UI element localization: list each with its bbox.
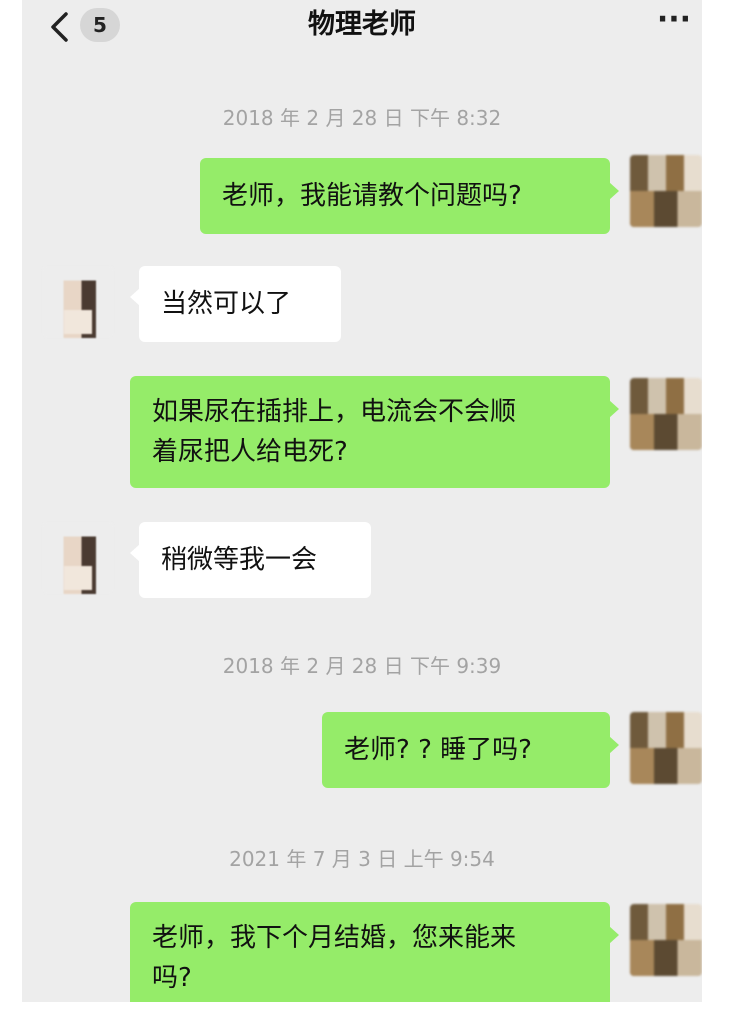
message-text: 老师，我能请教个问题吗? <box>222 181 522 211</box>
message-bubble-sent[interactable]: 老师，我下个月结婚，您来能来 吗? <box>130 902 619 1002</box>
message-bubble-sent[interactable]: 如果尿在插排上，电流会不会顺 着尿把人给电死? <box>130 376 619 488</box>
chat-title: 物理老师 <box>308 9 416 40</box>
my-avatar[interactable] <box>630 904 702 976</box>
message-text-line: 如果尿在插排上，电流会不会顺 <box>152 397 517 427</box>
my-avatar[interactable] <box>630 712 702 784</box>
message-bubble-received[interactable]: 稍微等我一会 <box>130 522 371 598</box>
teacher-avatar[interactable] <box>42 522 114 594</box>
my-avatar[interactable] <box>630 378 702 450</box>
message-text-line: 着尿把人给电死? <box>152 437 348 467</box>
message-bubble-received[interactable]: 当然可以了 <box>130 266 341 342</box>
message-bubble-sent[interactable]: 老师，我能请教个问题吗? <box>200 158 619 234</box>
message-text: 老师? ? 睡了吗? <box>344 735 532 765</box>
navbar: 5 物理老师 ··· <box>22 0 702 60</box>
message-text: 稍微等我一会 <box>161 545 318 575</box>
message-text-line: 老师，我下个月结婚，您来能来 <box>152 923 517 953</box>
more-button[interactable]: ··· <box>654 5 694 40</box>
my-avatar[interactable] <box>630 155 702 227</box>
timestamp: 2018 年 2 月 28 日 下午 8:32 <box>222 106 502 130</box>
timestamp: 2018 年 2 月 28 日 下午 9:39 <box>222 654 502 678</box>
message-text: 当然可以了 <box>161 289 292 319</box>
chat-screen: 5 物理老师 ··· 2018 年 2 月 28 日 下午 8:32 老师，我能… <box>22 0 702 1002</box>
teacher-avatar[interactable] <box>42 266 114 338</box>
message-bubble-sent[interactable]: 老师? ? 睡了吗? <box>322 712 619 788</box>
timestamp: 2021 年 7 月 3 日 上午 9:54 <box>229 847 495 871</box>
ellipsis-icon: ··· <box>656 2 692 37</box>
message-text-line: 吗? <box>152 963 192 993</box>
